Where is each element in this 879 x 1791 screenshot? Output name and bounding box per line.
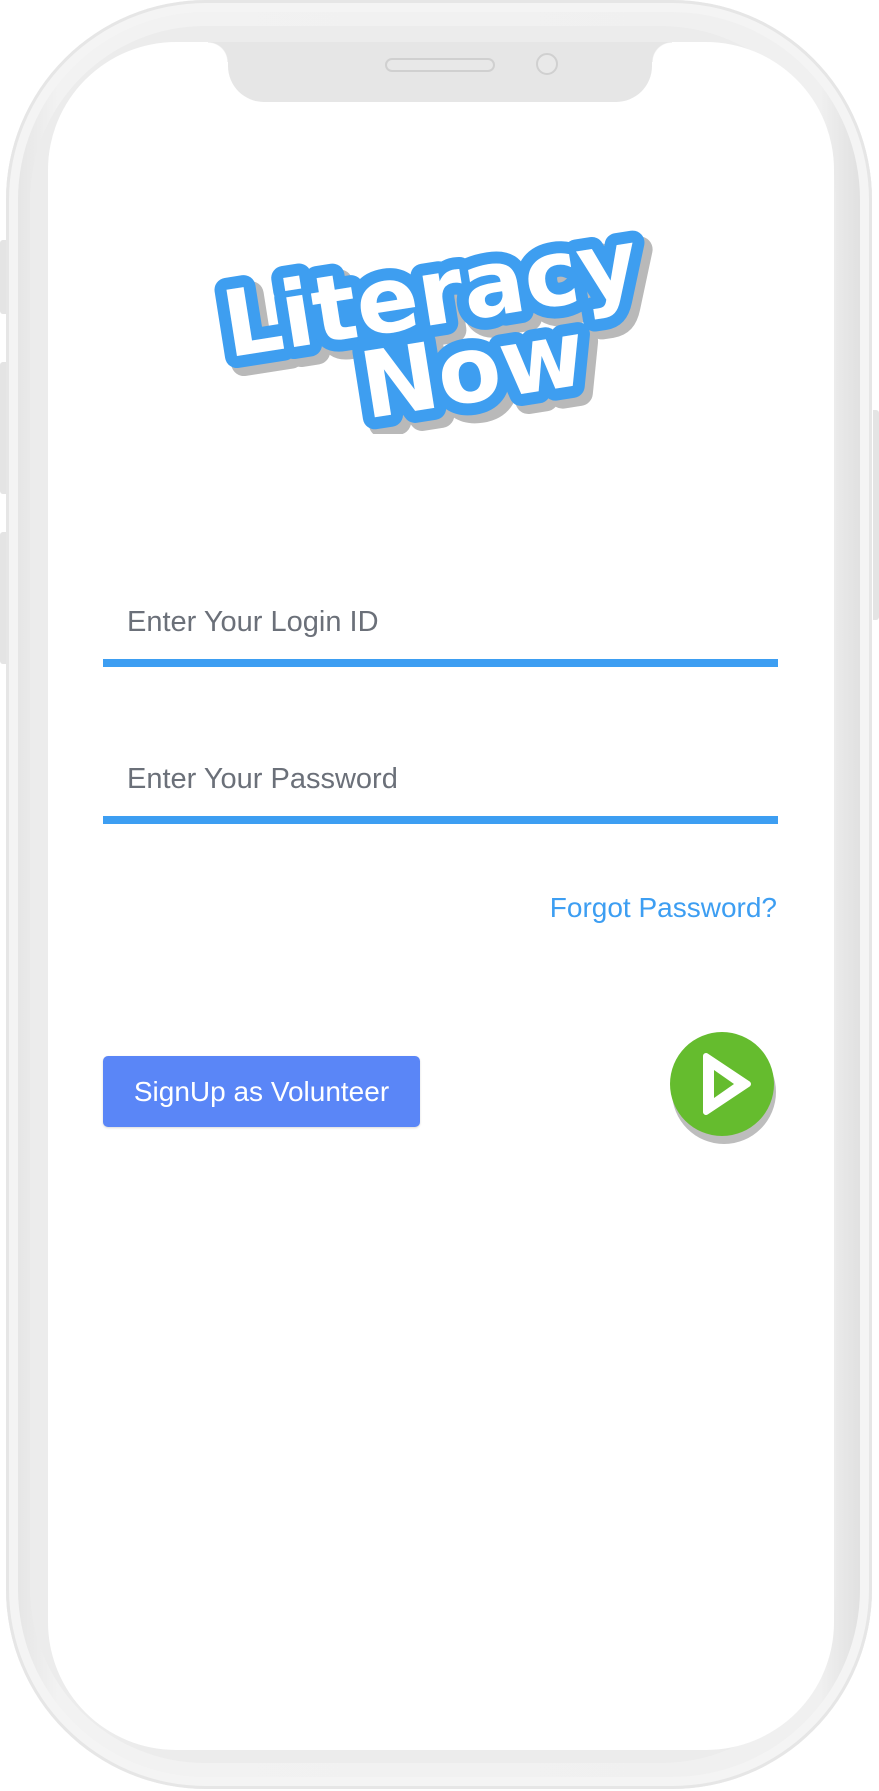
volume-up-button bbox=[0, 362, 6, 494]
password-underline bbox=[103, 816, 778, 824]
mute-switch bbox=[0, 240, 6, 314]
login-id-underline bbox=[103, 659, 778, 667]
volume-down-button bbox=[0, 532, 6, 664]
front-camera bbox=[536, 53, 558, 75]
password-input[interactable] bbox=[103, 742, 778, 816]
forgot-password-link[interactable]: Forgot Password? bbox=[550, 892, 777, 924]
password-field bbox=[103, 742, 778, 824]
power-button bbox=[873, 410, 879, 620]
play-icon bbox=[703, 1053, 751, 1115]
notch bbox=[208, 42, 672, 102]
login-go-button[interactable] bbox=[670, 1032, 778, 1144]
literacy-now-logo: Literacy Now Literacy Now Literacy Now bbox=[203, 196, 670, 460]
login-id-field bbox=[103, 585, 778, 667]
speaker-grille bbox=[385, 58, 495, 72]
login-id-input[interactable] bbox=[103, 585, 778, 659]
signup-volunteer-button[interactable]: SignUp as Volunteer bbox=[103, 1056, 420, 1127]
